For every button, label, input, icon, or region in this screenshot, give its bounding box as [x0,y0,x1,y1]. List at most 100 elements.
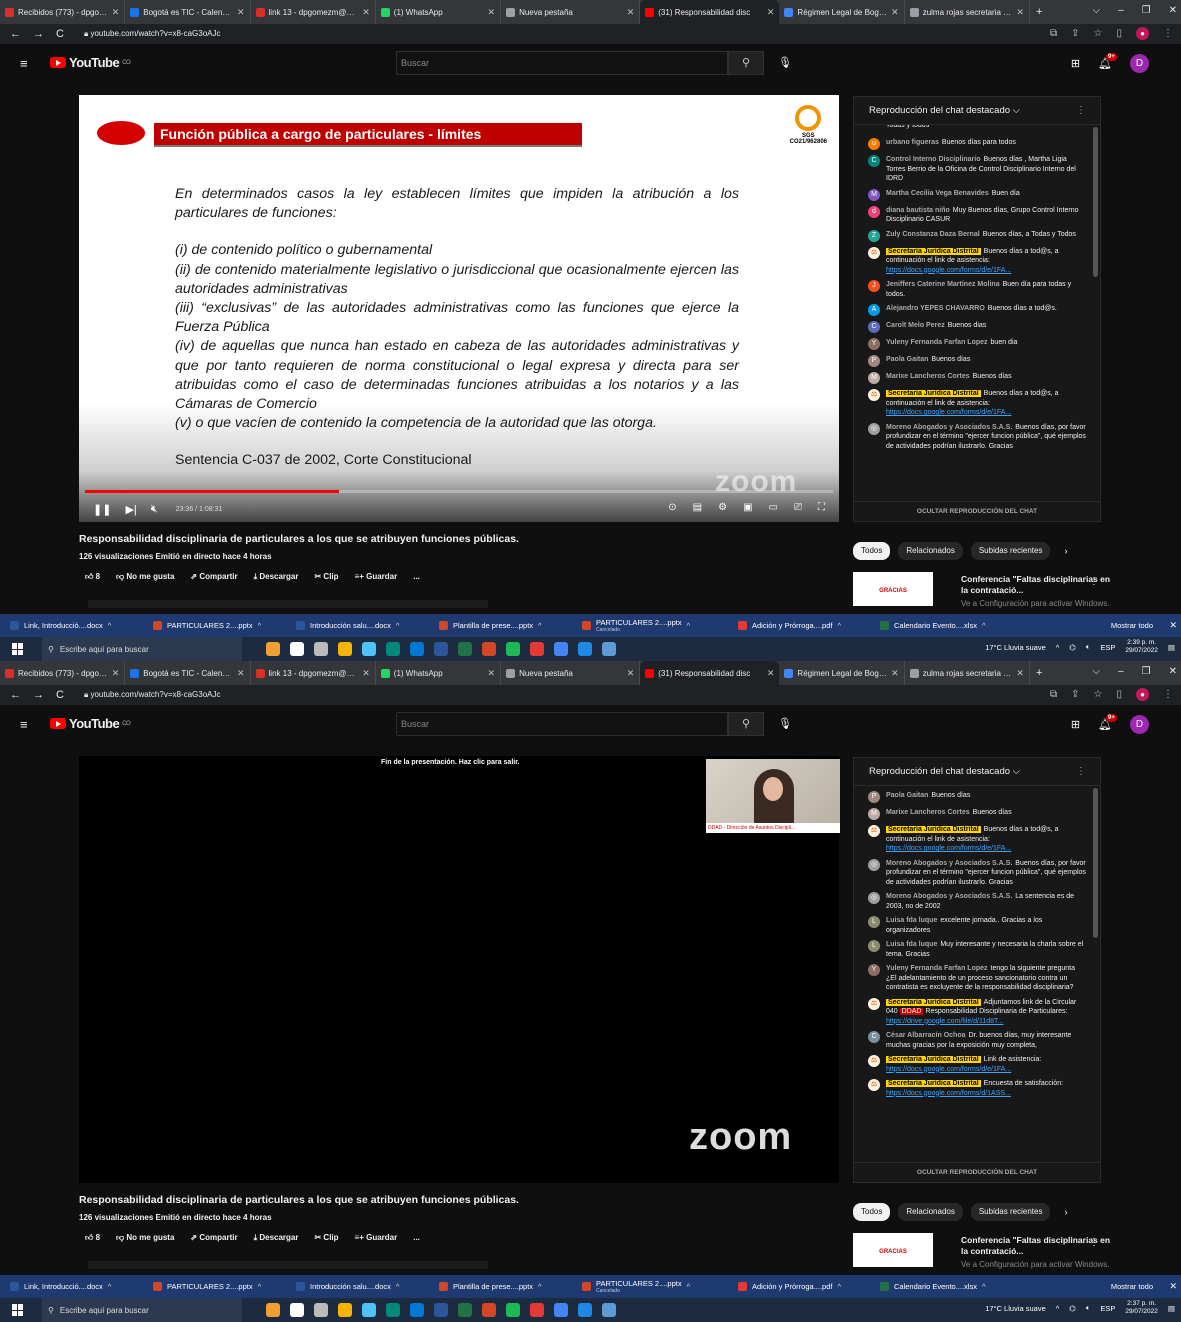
chat-message[interactable]: ⚖ Secretaría Jurídica Distrital Buenos día… [868,825,1086,854]
show-all-downloads-button[interactable]: Mostrar todo [1101,614,1163,637]
minimize-button[interactable]: – [1118,666,1124,677]
browser-tab[interactable]: (31) Responsabilidad disc ✕ [640,0,780,24]
taskbar-app-icon[interactable] [506,1303,520,1317]
download-options-chevron-icon[interactable]: ^ [687,1282,691,1291]
save-button[interactable]: ≡+ Guardar [355,1233,398,1243]
save-button[interactable]: ≡+ Guardar [355,572,398,582]
taskbar-app-icon[interactable] [458,1303,472,1317]
filter-chip[interactable]: Todos [853,542,891,560]
chat-scrollbar[interactable] [1093,788,1098,938]
tab-close-icon[interactable]: ✕ [488,7,496,18]
chat-message[interactable]: M Marixe Lancheros Cortes Buenos días [868,372,1086,384]
search-input[interactable]: Buscar [396,51,728,75]
taskbar-app-icon[interactable] [266,642,280,656]
search-button[interactable]: ⚲ [728,712,764,736]
filter-chip[interactable]: Relacionados [898,1203,963,1221]
reload-icon[interactable]: C [56,28,64,40]
browser-tab[interactable]: Recibidos (773) - dpgome ✕ [0,0,126,24]
weather-widget[interactable]: 17°C Lluvia suave [985,1304,1046,1313]
browser-tab[interactable]: zulma rojas secretaria juríc ✕ [905,661,1030,685]
cast-icon[interactable]: ⎚ [794,502,802,513]
avatar[interactable]: D [1130,715,1149,734]
forward-arrow-icon[interactable]: → [33,28,44,40]
browser-tab[interactable]: Recibidos (773) - dpgome ✕ [0,661,126,685]
tab-close-icon[interactable]: ✕ [112,668,120,679]
taskbar-app-icon[interactable] [434,1303,448,1317]
notifications-bell-icon[interactable]: 🔔︎ 9+ [1098,53,1117,70]
taskbar-app-icon[interactable] [290,642,304,656]
browser-tab[interactable]: zulma rojas secretaria juríc ✕ [905,0,1030,24]
browser-tab[interactable]: Nueva pestaña ✕ [501,0,641,24]
browser-tab[interactable]: Régimen Legal de Bogotá ✕ [779,661,905,685]
chat-message[interactable]: ⚖ Secretaría Jurídica Distrital Buenos día… [868,389,1086,418]
notification-center-icon[interactable]: ▤ [1168,643,1175,652]
search-input[interactable]: Buscar [396,712,728,736]
taskbar-app-icon[interactable] [578,642,592,656]
download-options-chevron-icon[interactable]: ^ [687,621,691,630]
volume-icon[interactable]: 🔈︎ [1086,1303,1091,1313]
language-indicator[interactable]: ESP [1100,1304,1115,1313]
language-indicator[interactable]: ESP [1100,643,1115,652]
download-options-chevron-icon[interactable]: ^ [982,621,986,630]
play-pause-icon[interactable]: ❚❚ [93,503,111,516]
taskbar-app-icon[interactable] [290,1303,304,1317]
chat-message[interactable]: ◎ Moreno Abogados y Asociados S.A.S. La se… [868,892,1086,911]
chat-link[interactable]: https://drive.google.com/file/d/11d8T... [886,1018,1003,1025]
download-options-chevron-icon[interactable]: ^ [837,621,841,630]
microphone-icon[interactable]: 🎙︎ [778,56,792,69]
notifications-bell-icon[interactable]: 🔔︎ 9+ [1098,714,1117,731]
dislike-button[interactable]: 👎︎ No me gusta [116,1233,174,1243]
taskbar-app-icon[interactable] [602,1303,616,1317]
tab-search-icon[interactable]: ⌵ [1092,666,1100,677]
chat-message[interactable]: C César Albarracín Ochoa Dr. buenos días, … [868,1031,1086,1050]
show-all-downloads-button[interactable]: Mostrar todo [1101,1275,1163,1298]
bookmark-star-icon[interactable]: ☆ [1094,28,1103,39]
minimize-button[interactable]: – [1118,5,1124,16]
browser-tab[interactable]: Bogotá es TIC - Calendar ✕ [125,661,251,685]
chat-message[interactable]: Y Yuleny Fernanda Farfan Lopez tengo la si… [868,964,1086,993]
tab-close-icon[interactable]: ✕ [891,668,899,679]
taskbar-app-icon[interactable] [578,1303,592,1317]
taskbar-app-icon[interactable] [362,1303,376,1317]
windows-search-box[interactable]: ⚲ Escribe aquí para buscar [42,637,242,661]
download-item[interactable]: PARTICULARES 2....pptx ^ [143,614,286,637]
windows-start-icon[interactable] [12,1304,24,1316]
download-options-chevron-icon[interactable]: ^ [538,1282,542,1291]
taskbar-app-icon[interactable] [386,642,400,656]
filter-chip[interactable]: Todos [853,1203,891,1221]
network-icon[interactable]: ⌬ [1069,643,1076,652]
chat-header[interactable]: Reproducción del chat destacado ⌵ [854,758,1100,786]
taskbar-app-icon[interactable] [434,642,448,656]
download-options-chevron-icon[interactable]: ^ [982,1282,986,1291]
reload-icon[interactable]: C [56,689,64,701]
tab-close-icon[interactable]: ✕ [767,7,775,18]
chat-menu-icon[interactable]: ⋮ [1076,105,1086,116]
url-field[interactable]: 🔒︎ youtube.com/watch?v=x8-caG3oAJc [84,29,221,39]
chat-header[interactable]: Reproducción del chat destacado ⌵ [854,97,1100,125]
tab-close-icon[interactable]: ✕ [112,7,120,18]
bookmark-star-icon[interactable]: ☆ [1094,689,1103,700]
taskbar-app-icon[interactable] [602,642,616,656]
download-item[interactable]: Calendario Evento....xlsx ^ [870,614,1013,637]
browser-tab[interactable]: (1) WhatsApp ✕ [376,661,502,685]
chat-link[interactable]: https://docs.google.com/forms/d/e/1FA... [886,1066,1011,1073]
browser-tab[interactable]: Bogotá es TIC - Calendar ✕ [125,0,251,24]
close-window-button[interactable]: ✕ [1169,666,1177,677]
tab-close-icon[interactable]: ✕ [488,668,496,679]
restore-button[interactable]: ❐ [1142,666,1151,677]
browser-menu-icon[interactable]: ⋮ [1163,28,1173,39]
chat-link[interactable]: https://docs.google.com/forms/d/e/1FA... [886,845,1011,852]
chat-message[interactable]: J Jeniffers Caterine Martínez Molina Buen … [868,280,1086,299]
share-button[interactable]: ⇗ Compartir [190,572,237,582]
back-arrow-icon[interactable]: ← [10,28,21,40]
windows-search-box[interactable]: ⚲ Escribe aquí para buscar [42,1298,242,1322]
filter-chip[interactable]: Relacionados [898,542,963,560]
chat-message[interactable]: P Paola Gaitan Buenos días [868,791,1086,803]
taskbar-app-icon[interactable] [314,642,328,656]
browser-tab[interactable]: link 13 - dpgomezm@sec ✕ [251,0,376,24]
recommended-video[interactable]: GRACIAS Conferencia "Faltas disciplinari… [853,1233,1181,1269]
browser-tab[interactable]: Nueva pestaña ✕ [501,661,641,685]
chat-link[interactable]: https://docs.google.com/forms/d/e/1FA... [886,267,1011,274]
tray-chevron-icon[interactable]: ^ [1056,1304,1060,1313]
tab-close-icon[interactable]: ✕ [627,7,635,18]
